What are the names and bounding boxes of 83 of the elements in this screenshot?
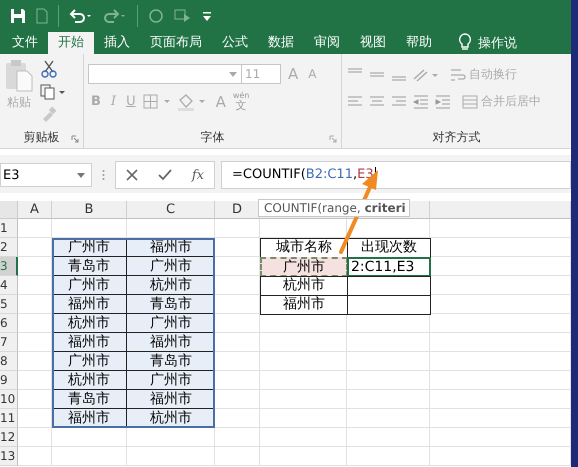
table-cell: 城市名称 bbox=[260, 238, 348, 258]
tell-me-search[interactable]: 操作说 bbox=[478, 34, 517, 54]
drag-handle-icon[interactable] bbox=[102, 169, 105, 181]
ribbon-tab[interactable]: 帮助 bbox=[396, 32, 442, 54]
customize-icon[interactable] bbox=[202, 9, 212, 23]
table-cell: 福州市 bbox=[52, 295, 127, 314]
ribbon-tab[interactable]: 开始 bbox=[48, 32, 94, 54]
table-cell: 青岛市 bbox=[52, 257, 127, 276]
table-cell: 广州市 bbox=[127, 257, 215, 276]
column-header[interactable]: D bbox=[215, 201, 260, 219]
decrease-indent-icon[interactable] bbox=[412, 94, 430, 110]
row-header[interactable]: 13 bbox=[0, 447, 18, 466]
circle-icon[interactable] bbox=[148, 8, 164, 24]
table-cell[interactable] bbox=[347, 295, 431, 315]
table-cell: 出现次数 bbox=[347, 238, 431, 258]
row-header[interactable]: 9 bbox=[0, 371, 18, 390]
check-icon[interactable] bbox=[158, 169, 172, 181]
ribbon-tab[interactable]: 页面布局 bbox=[140, 32, 212, 54]
table-cell: 青岛市 bbox=[127, 295, 215, 314]
dropdown-arrow-icon[interactable] bbox=[229, 72, 237, 76]
dialog-launcher-icon[interactable] bbox=[71, 135, 79, 143]
save-icon[interactable] bbox=[10, 8, 26, 24]
table-cell: 广州市 bbox=[127, 314, 215, 333]
redo-icon[interactable] bbox=[103, 8, 127, 24]
column-header[interactable] bbox=[430, 201, 571, 219]
select-all-corner[interactable] bbox=[0, 201, 18, 219]
increase-indent-icon[interactable] bbox=[434, 94, 452, 110]
row-header[interactable]: 2 bbox=[0, 238, 18, 257]
insert-function-button[interactable]: fx bbox=[192, 168, 204, 182]
table-cell: 青岛市 bbox=[127, 352, 215, 371]
table-cell: 杭州市 bbox=[52, 371, 127, 390]
border-icon[interactable] bbox=[142, 94, 173, 110]
row-header[interactable]: 11 bbox=[0, 409, 18, 428]
copy-icon[interactable] bbox=[40, 84, 66, 100]
row-header[interactable]: 8 bbox=[0, 352, 18, 371]
dialog-launcher-icon[interactable] bbox=[329, 135, 337, 143]
row-header[interactable]: 3 bbox=[0, 257, 18, 276]
table-cell: 杭州市 bbox=[52, 314, 127, 333]
wrap-text-icon bbox=[450, 66, 466, 82]
table-cell: 广州市 bbox=[52, 276, 127, 295]
name-box[interactable]: E3 bbox=[0, 163, 92, 187]
table-cell: 广州市 bbox=[260, 257, 348, 277]
table-cell: 福州市 bbox=[260, 295, 348, 315]
ribbon-tab[interactable]: 视图 bbox=[350, 32, 396, 54]
function-tooltip: COUNTIF(range, criteri bbox=[258, 199, 410, 217]
orientation-icon[interactable] bbox=[412, 66, 440, 82]
table-cell: 广州市 bbox=[127, 371, 215, 390]
group-label: 对齐方式 bbox=[432, 128, 480, 146]
row-header[interactable]: 1 bbox=[0, 219, 18, 238]
merge-cells-icon bbox=[462, 94, 478, 110]
table-cell: 福州市 bbox=[127, 390, 215, 409]
table-cell[interactable]: 2:C11,E3 bbox=[347, 257, 431, 277]
ribbon-tab[interactable]: 插入 bbox=[94, 32, 140, 54]
table-cell[interactable] bbox=[347, 276, 431, 296]
table-cell: 青岛市 bbox=[52, 390, 127, 409]
group-label: 字体 bbox=[200, 128, 224, 146]
ribbon-tab[interactable]: 公式 bbox=[212, 32, 258, 54]
font-name-field[interactable] bbox=[88, 64, 242, 84]
cancel-icon[interactable] bbox=[126, 169, 138, 181]
column-header[interactable]: C bbox=[127, 201, 215, 219]
table-cell: 杭州市 bbox=[260, 276, 348, 296]
row-header[interactable]: 10 bbox=[0, 390, 18, 409]
ribbon-tab[interactable]: 审阅 bbox=[304, 32, 350, 54]
ribbon-tab[interactable]: 文件 bbox=[2, 32, 48, 54]
row-header[interactable]: 6 bbox=[0, 314, 18, 333]
undo-icon[interactable] bbox=[69, 8, 93, 24]
dropdown-arrow-icon[interactable] bbox=[77, 172, 85, 178]
row-header[interactable]: 7 bbox=[0, 333, 18, 352]
row-header[interactable]: 4 bbox=[0, 276, 18, 295]
row-header[interactable]: 5 bbox=[0, 295, 18, 314]
column-header[interactable]: A bbox=[18, 201, 52, 219]
table-cell: 广州市 bbox=[52, 352, 127, 371]
table-cell: 福州市 bbox=[52, 333, 127, 352]
lightbulb-icon[interactable] bbox=[458, 33, 472, 51]
table-cell: 杭州市 bbox=[127, 276, 215, 295]
touch-mode-icon[interactable] bbox=[174, 8, 192, 24]
group-label: 剪贴板 bbox=[24, 128, 60, 146]
scissors-icon[interactable] bbox=[40, 60, 58, 78]
new-document-icon[interactable] bbox=[36, 8, 48, 24]
column-header[interactable]: B bbox=[52, 201, 127, 219]
table-cell: 福州市 bbox=[127, 333, 215, 352]
ribbon-tab[interactable]: 数据 bbox=[258, 32, 304, 54]
row-header[interactable]: 12 bbox=[0, 428, 18, 447]
